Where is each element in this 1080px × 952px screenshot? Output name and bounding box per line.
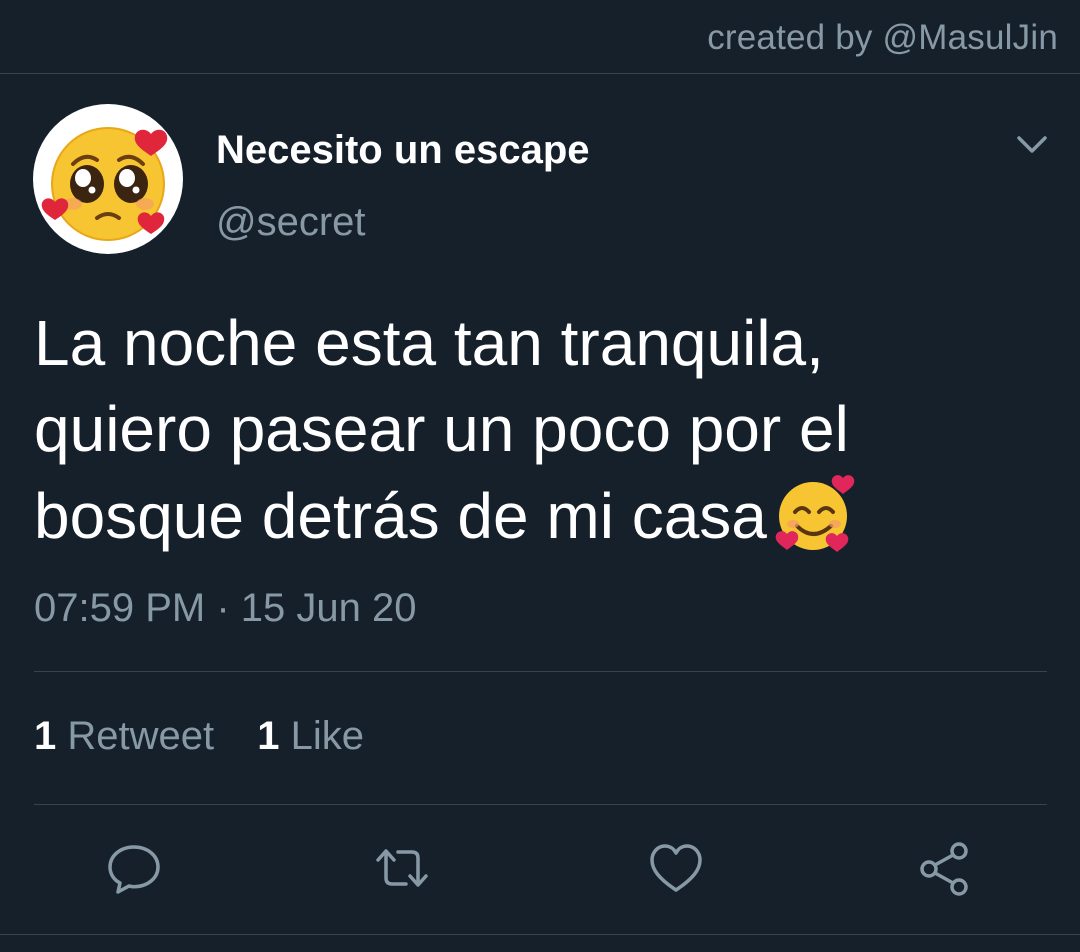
tweet-text-line-content: bosque detrás de mi casa — [34, 480, 767, 552]
avatar[interactable] — [33, 104, 183, 254]
share-icon — [920, 842, 968, 896]
smiling-face-with-hearts-icon — [773, 472, 857, 556]
retweets-label: Retweet — [67, 714, 215, 758]
tweet-stats: 1 Retweet 1 Like — [34, 714, 396, 759]
tweet-text-line: La noche esta tan tranquila, — [34, 307, 824, 379]
reply-button[interactable] — [104, 838, 164, 898]
share-button[interactable] — [914, 838, 974, 898]
reply-icon — [108, 845, 160, 894]
divider — [34, 671, 1047, 672]
retweet-button[interactable] — [372, 838, 432, 898]
like-icon — [650, 844, 702, 892]
bottom-divider — [0, 934, 1080, 935]
credit-text: created by @MasulJin — [707, 18, 1058, 57]
retweets-count: 1 — [34, 714, 57, 758]
author-handle[interactable]: @secret — [216, 200, 366, 245]
retweet-icon — [376, 849, 428, 887]
pleading-face-hearts-icon — [41, 127, 168, 241]
likes-stat[interactable]: 1 Like — [257, 714, 364, 759]
like-button[interactable] — [646, 838, 706, 898]
chevron-down-icon — [1017, 136, 1047, 153]
likes-count: 1 — [257, 714, 280, 758]
top-bar: created by @MasulJin — [0, 0, 1080, 74]
author-display-name[interactable]: Necesito un escape — [216, 128, 590, 173]
likes-label: Like — [290, 714, 365, 758]
tweet-text: La noche esta tan tranquila, quiero pase… — [34, 300, 1044, 559]
divider — [34, 804, 1047, 805]
more-options-button[interactable] — [1012, 130, 1052, 160]
tweet-timestamp: 07:59 PM · 15 Jun 20 — [34, 586, 417, 630]
tweet-text-line: bosque detrás de mi casa — [34, 472, 1044, 559]
tweet-text-line: quiero pasear un poco por el — [34, 393, 849, 465]
retweets-stat[interactable]: 1 Retweet — [34, 714, 214, 759]
